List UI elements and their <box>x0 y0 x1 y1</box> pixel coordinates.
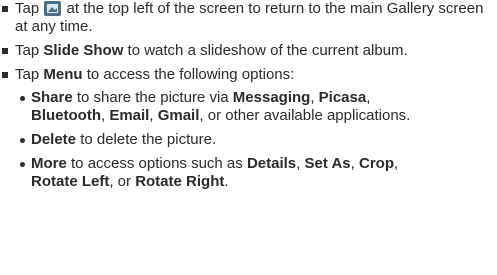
list-item-menu: Tap Menu to access the following options… <box>0 66 493 191</box>
item-text: to access the following options: <box>82 66 295 83</box>
rotate-right-term: Rotate Right <box>135 173 225 190</box>
email-term: Email <box>109 107 150 124</box>
menu-term: Menu <box>43 66 83 83</box>
sub-item-delete: Delete to delete the picture. <box>15 131 493 149</box>
sub-text: , or <box>109 173 136 190</box>
details-term: Details <box>246 155 297 172</box>
sub-item-more: More to access options such as Details , … <box>15 155 493 191</box>
square-bullet <box>2 6 8 12</box>
share-term: Share <box>31 89 73 106</box>
round-bullet <box>20 162 25 167</box>
rotate-left-term: Rotate Left <box>31 173 110 190</box>
sub-text: . <box>224 173 229 190</box>
item-text: at the top left of the screen to return … <box>15 0 484 35</box>
bluetooth-term: Bluetooth <box>31 107 101 124</box>
sub-text: , <box>149 107 158 124</box>
list-item-slideshow: Tap Slide Show to watch a slideshow of t… <box>0 42 493 60</box>
messaging-term: Messaging <box>232 89 311 106</box>
sub-text: , or other available applications. <box>199 107 411 124</box>
set-as-term: Set As <box>304 155 351 172</box>
sub-text: to delete the picture. <box>76 131 217 148</box>
more-term: More <box>31 155 67 172</box>
gallery-back-icon <box>44 1 62 16</box>
delete-term: Delete <box>31 131 77 148</box>
round-bullet <box>20 138 25 143</box>
sub-text: to access options such as <box>66 155 247 172</box>
sub-item-share: Share to share the picture via Messaging… <box>15 89 493 125</box>
instruction-list: Tap at the top left of the screen to ret… <box>0 0 493 197</box>
sub-text: , <box>296 155 305 172</box>
sub-text: , <box>366 89 371 106</box>
crop-term: Crop <box>358 155 394 172</box>
sub-text: , <box>393 155 399 172</box>
item-text: Tap <box>15 0 44 17</box>
round-bullet <box>20 96 25 101</box>
manual-page: Tap at the top left of the screen to ret… <box>0 0 497 275</box>
sub-text: to share the picture via <box>72 89 233 106</box>
picasa-term: Picasa <box>318 89 367 106</box>
slide-show-term: Slide Show <box>43 42 124 59</box>
item-text: to watch a slideshow of the current albu… <box>123 42 408 59</box>
item-text: Tap <box>15 66 44 83</box>
menu-options-list: Share to share the picture via Messaging… <box>15 89 493 191</box>
square-bullet <box>2 72 8 78</box>
square-bullet <box>2 48 8 54</box>
sub-text: , <box>350 155 359 172</box>
list-item-back: Tap at the top left of the screen to ret… <box>0 0 493 36</box>
sub-text: , <box>310 89 319 106</box>
gmail-term: Gmail <box>157 107 200 124</box>
item-text: Tap <box>15 42 44 59</box>
